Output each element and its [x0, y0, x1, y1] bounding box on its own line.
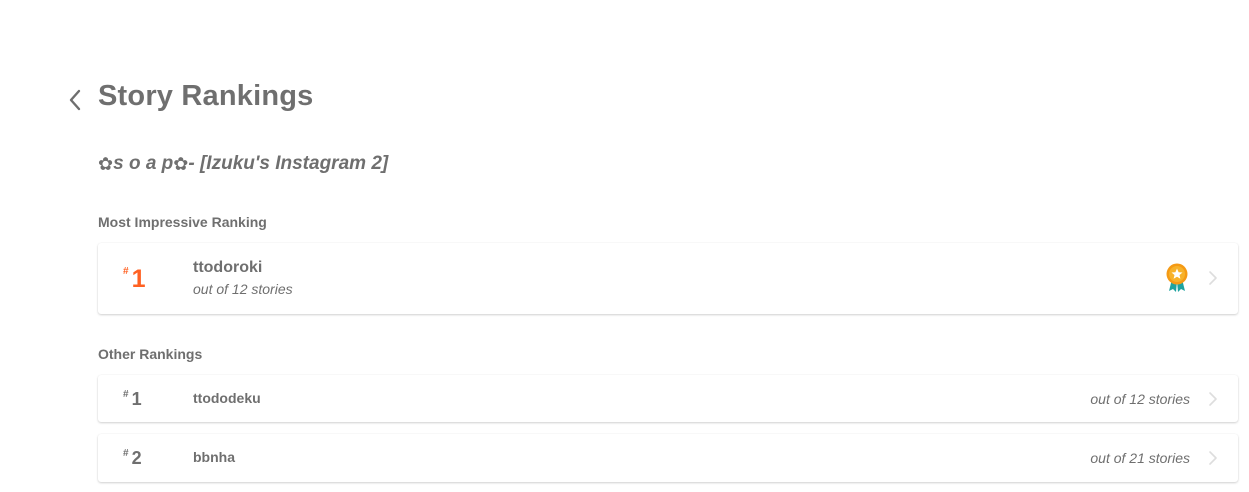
- story-title-part1: s o a p: [113, 153, 174, 174]
- story-rankings-page: Story Rankings ✿ s o a p ✿ - [Izuku's In…: [0, 0, 1249, 492]
- ranking-row[interactable]: # 2 bbnha out of 21 stories: [98, 434, 1238, 482]
- story-title-part2: - [Izuku's Instagram 2]: [188, 153, 389, 174]
- rank-value: 2: [131, 448, 142, 468]
- flower-icon: ✿: [173, 153, 189, 174]
- chevron-right-icon: [1209, 271, 1217, 285]
- chevron-left-icon: [69, 89, 81, 111]
- award-ribbon-icon: [1166, 263, 1188, 292]
- ranking-row[interactable]: # 1 ttododeku out of 12 stories: [98, 375, 1238, 422]
- ranking-out-of: out of 12 stories: [193, 281, 293, 297]
- section-label-other-rankings: Other Rankings: [98, 346, 203, 362]
- flower-icon: ✿: [98, 153, 114, 174]
- section-label-most-impressive: Most Impressive Ranking: [98, 214, 267, 230]
- featured-ranking-card[interactable]: # 1 ttodoroki out of 12 stories: [98, 243, 1238, 314]
- rank-value: 1: [131, 389, 142, 409]
- ranking-tag: ttododeku: [193, 390, 261, 406]
- rank-hash: #: [123, 266, 129, 277]
- back-button[interactable]: [62, 86, 88, 114]
- rank-hash: #: [123, 389, 129, 400]
- rank-value: 1: [131, 265, 146, 293]
- page-title: Story Rankings: [98, 80, 314, 112]
- ranking-out-of: out of 21 stories: [1090, 450, 1190, 466]
- rank-number: # 1: [123, 267, 145, 292]
- story-title[interactable]: ✿ s o a p ✿ - [Izuku's Instagram 2]: [98, 153, 388, 175]
- chevron-right-icon: [1209, 451, 1217, 465]
- ranking-out-of: out of 12 stories: [1090, 391, 1190, 407]
- chevron-right-icon: [1209, 392, 1217, 406]
- rank-number: # 2: [123, 448, 142, 468]
- rank-hash: #: [123, 448, 129, 459]
- ranking-tag: ttodoroki: [193, 259, 263, 276]
- rank-number: # 1: [123, 389, 142, 409]
- ranking-tag: bbnha: [193, 449, 235, 465]
